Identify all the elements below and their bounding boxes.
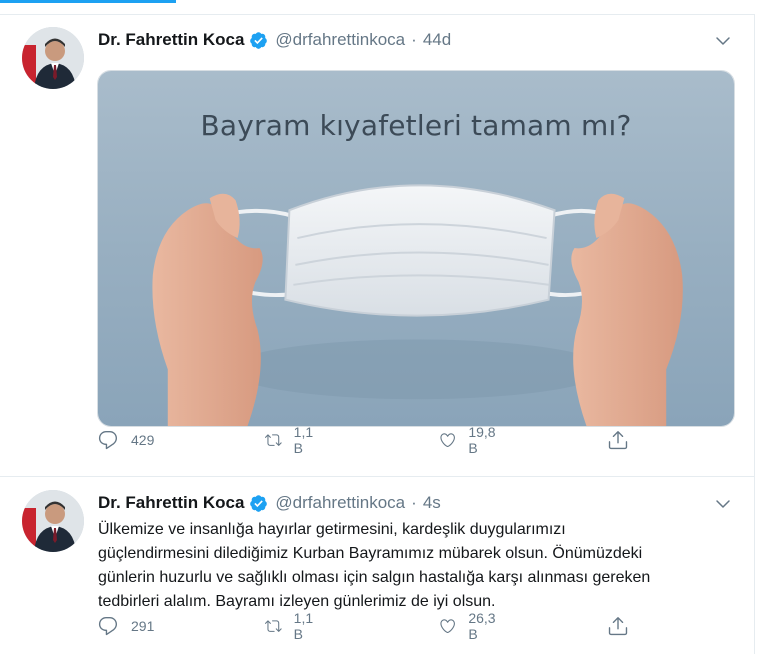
verified-badge-icon (249, 494, 268, 513)
reply-count: 429 (131, 432, 155, 448)
author-handle[interactable]: @drfahrettinkoca (275, 493, 405, 513)
retweet-icon (265, 620, 282, 632)
like-button[interactable]: 26,3 B (439, 610, 500, 642)
retweet-button[interactable]: 1,1 B (265, 424, 318, 456)
avatar[interactable] (22, 27, 84, 89)
like-count: 19,8 B (468, 424, 496, 456)
tweet-text-line: güçlendirmesini dilediğimiz Kurban Bayra… (98, 545, 643, 562)
chevron-down-icon[interactable] (714, 495, 732, 513)
tweet[interactable]: Dr. Fahrettin Koca @drfahrettinkoca · 44… (0, 15, 754, 477)
active-tab-indicator (0, 0, 176, 3)
retweet-count: 1,1 B (293, 610, 314, 642)
share-icon (608, 431, 628, 450)
image-caption: Bayram kıyafetleri tamam mı? (200, 109, 632, 142)
tweet-header: Dr. Fahrettin Koca @drfahrettinkoca · 4s (98, 492, 441, 514)
reply-button[interactable]: 429 (97, 428, 154, 452)
author-name[interactable]: Dr. Fahrettin Koca (98, 30, 244, 50)
share-button[interactable] (607, 428, 629, 452)
tweet-time[interactable]: 44d (423, 30, 451, 50)
tweet[interactable]: Dr. Fahrettin Koca @drfahrettinkoca · 4s… (0, 478, 754, 654)
author-handle[interactable]: @drfahrettinkoca (275, 30, 405, 50)
avatar[interactable] (22, 490, 84, 552)
reply-button[interactable]: 291 (97, 614, 154, 638)
like-icon (440, 433, 455, 447)
tweet-header: Dr. Fahrettin Koca @drfahrettinkoca · 44… (98, 29, 451, 51)
tweet-text: Ülkemize ve insanlığa hayırlar getirmesi… (98, 518, 738, 614)
chevron-down-icon[interactable] (714, 32, 732, 50)
reply-count: 291 (131, 618, 155, 634)
timeline-right-border (754, 14, 755, 654)
like-button[interactable]: 19,8 B (439, 424, 500, 456)
retweet-icon (265, 434, 282, 446)
tweet-text-line: günlerin huzurlu ve sağlıklı olması için… (98, 569, 651, 586)
like-count: 26,3 B (468, 610, 496, 642)
like-icon (440, 619, 455, 633)
retweet-count: 1,1 B (293, 424, 314, 456)
verified-badge-icon (249, 31, 268, 50)
retweet-button[interactable]: 1,1 B (265, 610, 318, 642)
share-icon (608, 617, 628, 636)
tweet-time[interactable]: 4s (423, 493, 441, 513)
tweet-image[interactable]: Bayram kıyafetleri tamam mı? (97, 70, 735, 427)
tweet-text-line: Ülkemize ve insanlığa hayırlar getirmesi… (98, 521, 566, 538)
share-button[interactable] (607, 614, 629, 638)
time-separator: · (411, 493, 417, 512)
tweet-text-line: tedbirleri alalım. Bayramı izleyen günle… (98, 593, 496, 610)
reply-icon (98, 431, 118, 450)
author-name[interactable]: Dr. Fahrettin Koca (98, 493, 244, 513)
time-separator: · (411, 30, 417, 49)
reply-icon (98, 617, 118, 636)
